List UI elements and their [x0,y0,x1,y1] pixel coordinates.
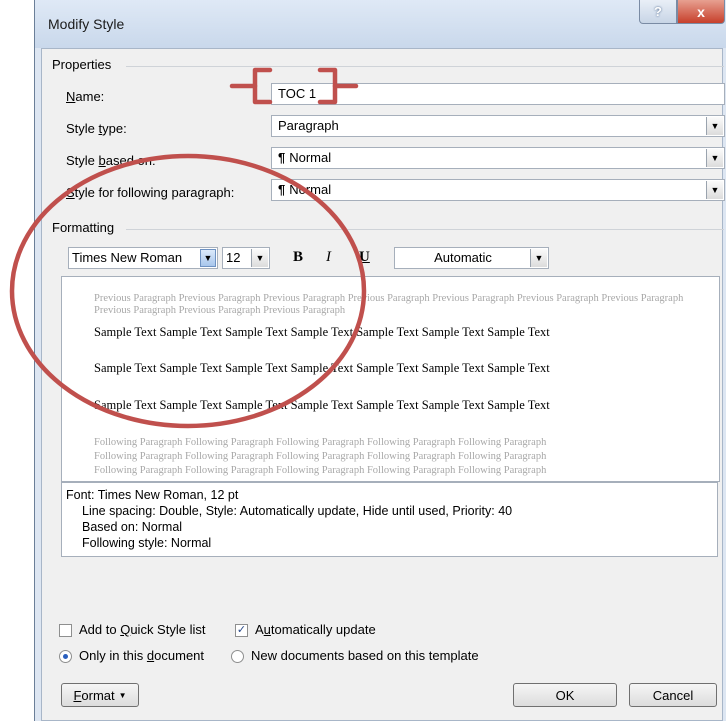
style-type-label: Style type: [66,121,127,136]
name-label: Name: [66,89,105,104]
auto-update-checkbox[interactable]: ✓ [235,624,248,637]
font-color-select[interactable]: Automatic ▼ [394,247,549,269]
pilcrow-icon: ¶ [278,150,286,165]
close-icon: x [697,3,705,20]
only-this-document-radio[interactable] [59,650,72,663]
based-on-value: Normal [289,150,332,165]
based-on-select[interactable]: ¶ Normal ▼ [271,147,725,169]
bold-button[interactable]: B [293,249,303,266]
style-preview: Previous Paragraph Previous Paragraph Pr… [61,276,720,482]
group-divider [126,229,724,230]
dialog-title: Modify Style [48,16,125,32]
size-value: 12 [226,250,241,265]
formatting-group-label: Formatting [52,220,115,235]
sample-text-line: Sample Text Sample Text Sample Text Samp… [94,325,550,339]
help-button[interactable]: ? [639,0,677,24]
chevron-down-icon[interactable]: ▼ [530,249,547,267]
italic-button[interactable]: I [326,249,331,266]
sample-text-line: Sample Text Sample Text Sample Text Samp… [94,398,550,412]
cancel-button[interactable]: Cancel [629,683,717,707]
description-following: Following style: Normal [82,536,212,550]
following-paragraph-text: Following Paragraph Following Paragraph … [94,465,547,476]
chevron-down-icon: ▼ [118,690,127,700]
style-type-select[interactable]: Paragraph ▼ [271,115,725,137]
add-quick-style-label: Add to Quick Style list [79,622,206,637]
close-button[interactable]: x [677,0,725,24]
description-font: Font: Times New Roman, 12 pt [66,488,239,502]
chevron-down-icon[interactable]: ▼ [200,249,216,267]
style-type-value: Paragraph [278,118,339,133]
add-quick-style-checkbox[interactable] [59,624,72,637]
only-this-document-label: Only in this document [79,648,205,663]
following-select[interactable]: ¶ Normal ▼ [271,179,725,201]
ok-button[interactable]: OK [513,683,617,707]
auto-update-label: Automatically update [255,622,376,637]
description-based-on: Based on: Normal [82,520,183,534]
font-select[interactable]: Times New Roman ▼ [68,247,218,269]
description-spacing: Line spacing: Double, Style: Automatical… [82,504,513,518]
group-divider [126,66,724,67]
pilcrow-icon: ¶ [278,182,286,197]
size-select[interactable]: 12 ▼ [222,247,270,269]
following-paragraph-text: Following Paragraph Following Paragraph … [94,451,547,462]
font-value: Times New Roman [72,250,183,265]
title-bar: Modify Style ? x [35,0,726,48]
sample-text-line: Sample Text Sample Text Sample Text Samp… [94,361,550,375]
following-value: Normal [289,182,332,197]
modify-style-dialog: Modify Style ? x Properties Name: TOC 1 … [34,0,726,721]
format-button[interactable]: Format ▼ [61,683,139,707]
font-color-value: Automatic [434,250,492,265]
new-documents-radio[interactable] [231,650,244,663]
properties-group-label: Properties [52,57,112,72]
style-description: Font: Times New Roman, 12 pt Line spacin… [61,482,718,557]
chevron-down-icon[interactable]: ▼ [251,249,268,267]
following-label: Style for following paragraph: [66,185,235,200]
following-paragraph-text: Following Paragraph Following Paragraph … [94,437,547,448]
chevron-down-icon[interactable]: ▼ [706,117,723,135]
based-on-label: Style based on: [66,153,156,168]
help-icon: ? [654,4,662,19]
format-button-label: Format [73,687,115,703]
chevron-down-icon[interactable]: ▼ [706,149,723,167]
previous-paragraph-text: Previous Paragraph Previous Paragraph Pr… [94,293,684,316]
new-documents-label: New documents based on this template [251,648,479,663]
underline-button[interactable]: U [359,249,370,266]
chevron-down-icon[interactable]: ▼ [706,181,723,199]
name-input[interactable]: TOC 1 [271,83,725,105]
